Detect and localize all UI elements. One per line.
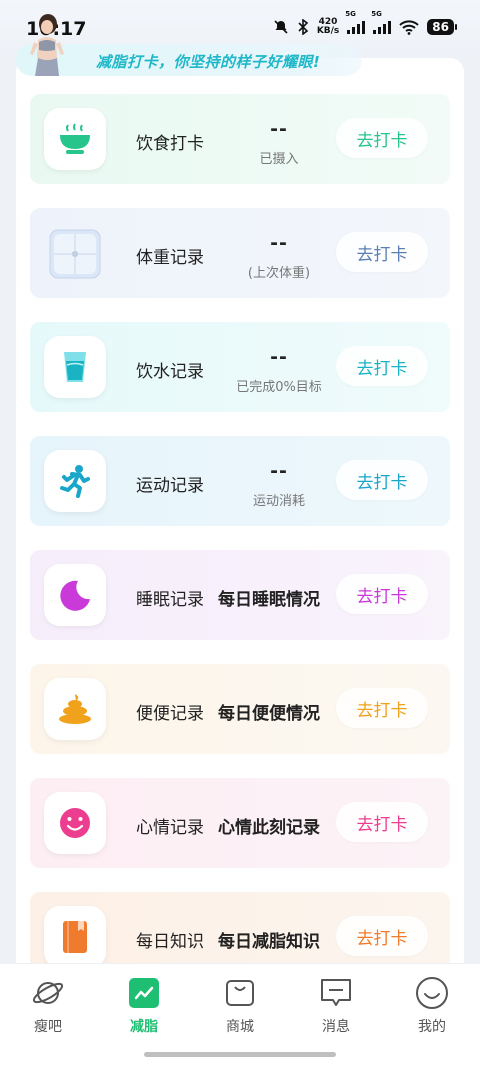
card-value: --: [270, 232, 288, 254]
card-description: 心情此刻记录: [218, 818, 320, 838]
moon-icon: z: [60, 580, 90, 611]
card-title: 每日知识: [136, 932, 204, 952]
network-type-2: 5G: [371, 10, 382, 18]
scale-icon: [49, 229, 101, 279]
mood-icon-box: [44, 792, 106, 854]
card-value: --: [270, 460, 288, 482]
nav-item-forum[interactable]: 瘦吧: [0, 976, 96, 1036]
card-title: 饮食打卡: [136, 134, 204, 154]
poop-checkin-button[interactable]: 去打卡: [336, 688, 428, 728]
exercise-icon-box: [44, 450, 106, 512]
nav-item-fat-loss[interactable]: 减脂: [96, 976, 192, 1036]
water-icon-box: [44, 336, 106, 398]
knowledge-icon-box: [44, 906, 106, 968]
water-record-card[interactable]: 饮水记录 -- 已完成0%目标 去打卡: [30, 322, 450, 412]
sleep-checkin-button[interactable]: 去打卡: [336, 574, 428, 614]
banner-slogan: 减脂打卡，你坚持的样子好耀眼!: [96, 53, 321, 71]
signal-icon: 5G: [345, 10, 366, 34]
sleep-icon-box: z: [44, 564, 106, 626]
nav-label: 瘦吧: [34, 1019, 62, 1035]
nav-item-messages[interactable]: 消息: [288, 976, 384, 1036]
bowl-icon: [60, 123, 90, 154]
nav-label: 减脂: [130, 1019, 158, 1035]
status-icons: 420 KB/s 5G 5G 86: [273, 10, 457, 36]
poop-record-card[interactable]: 便便记录 每日便便情况 去打卡: [30, 664, 450, 754]
shopping-bag-icon: [226, 980, 254, 1006]
wifi-icon: [399, 20, 419, 35]
diet-icon-box: [44, 108, 106, 170]
poop-icon: [59, 694, 91, 724]
running-icon: [60, 465, 90, 498]
knowledge-checkin-button[interactable]: 去打卡: [336, 916, 428, 956]
poop-icon-box: [44, 678, 106, 740]
diet-checkin-button[interactable]: 去打卡: [336, 118, 428, 158]
signal-icon-2: 5G: [371, 10, 392, 34]
mute-bell-icon: [274, 20, 288, 34]
nav-label: 商城: [226, 1019, 254, 1035]
weight-checkin-button[interactable]: 去打卡: [336, 232, 428, 272]
weight-record-card[interactable]: 体重记录 -- (上次体重) 去打卡: [30, 208, 450, 298]
weight-icon-box: [44, 222, 106, 284]
water-checkin-button[interactable]: 去打卡: [336, 346, 428, 386]
battery-level: 86: [427, 19, 457, 35]
nav-label: 我的: [418, 1019, 446, 1035]
sleep-record-card[interactable]: z 睡眠记录 每日睡眠情况 去打卡: [30, 550, 450, 640]
card-description: 每日便便情况: [218, 704, 320, 724]
diet-checkin-card[interactable]: 饮食打卡 -- 已摄入 去打卡: [30, 94, 450, 184]
smiley-icon: [60, 808, 90, 838]
profile-smile-icon: [416, 977, 448, 1009]
card-title: 体重记录: [136, 248, 204, 268]
water-glass-icon: [64, 352, 86, 382]
nav-item-profile[interactable]: 我的: [384, 976, 480, 1036]
speed-unit: KB/s: [316, 26, 340, 36]
message-icon: [321, 979, 351, 1006]
card-description: 每日睡眠情况: [218, 590, 320, 610]
planet-icon: [32, 982, 64, 1004]
card-value: --: [270, 346, 288, 368]
card-value: --: [270, 118, 288, 140]
exercise-checkin-button[interactable]: 去打卡: [336, 460, 428, 500]
card-title: 便便记录: [136, 704, 204, 724]
nav-label: 消息: [322, 1019, 350, 1035]
network-type-1: 5G: [345, 10, 356, 18]
nav-item-mall[interactable]: 商城: [192, 976, 288, 1036]
card-subtitle: (上次体重): [247, 266, 311, 281]
bluetooth-icon: [298, 19, 309, 35]
mood-record-card[interactable]: 心情记录 心情此刻记录 去打卡: [30, 778, 450, 868]
card-subtitle: 已完成0%目标: [236, 380, 322, 395]
fitness-girl-illustration: [30, 14, 64, 76]
records-panel: [16, 58, 464, 1018]
card-title: 运动记录: [136, 476, 204, 496]
card-subtitle: 运动消耗: [252, 494, 305, 509]
card-subtitle: 已摄入: [259, 152, 299, 167]
exercise-record-card[interactable]: 运动记录 -- 运动消耗 去打卡: [30, 436, 450, 526]
card-title: 睡眠记录: [136, 590, 204, 610]
card-title: 心情记录: [136, 818, 204, 838]
home-indicator[interactable]: [144, 1052, 336, 1057]
book-icon: [63, 921, 87, 953]
card-title: 饮水记录: [136, 362, 204, 382]
network-speed: 420 KB/s: [317, 18, 339, 36]
svg-text:z: z: [79, 584, 85, 597]
mood-checkin-button[interactable]: 去打卡: [336, 802, 428, 842]
chart-trend-icon: [129, 978, 159, 1008]
card-description: 每日减脂知识: [218, 932, 320, 952]
